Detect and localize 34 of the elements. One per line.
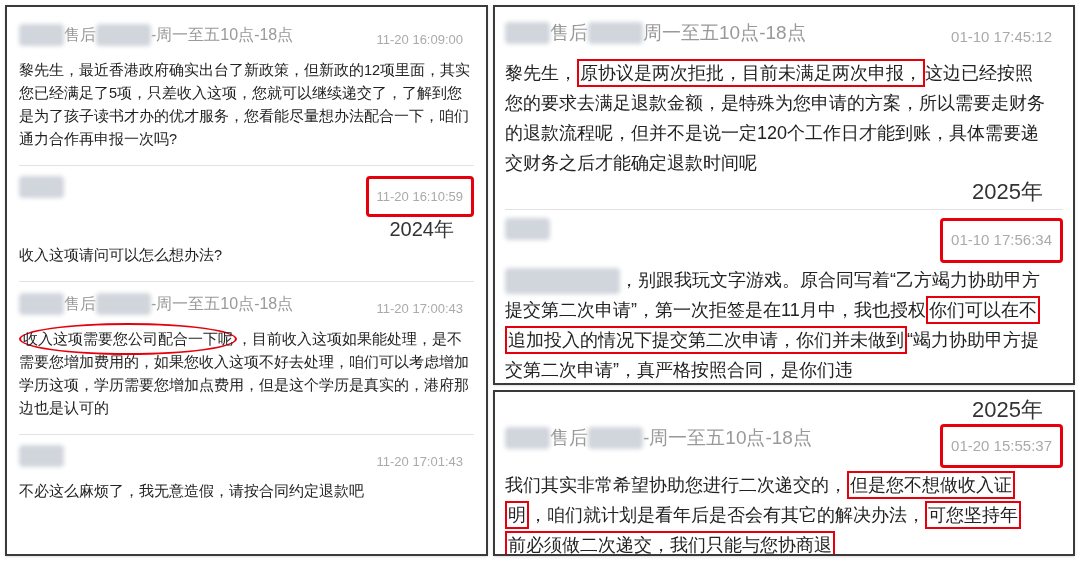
blurred-name bbox=[19, 444, 64, 467]
sender-name: 售后 bbox=[64, 294, 96, 314]
sender-name: 售后 bbox=[550, 425, 588, 450]
message-time: 01-10 17:56:34 bbox=[940, 218, 1063, 263]
blurred-name bbox=[505, 426, 550, 449]
blurred-name bbox=[588, 22, 643, 45]
message-text: ，别跟我玩文字游戏。原合同写着“乙方竭力协助甲方提交第二次申请”，第一次拒签是在11月中，我也授权 你们可以在不追加投入的情况下提交第二次申请，你们并未做到 “竭力协助甲方提交第二次申请”，真严格按照合同，是你们违 bbox=[505, 266, 1041, 382]
sender-name: 周一至五10点-18点 bbox=[643, 21, 806, 45]
sender-name: 售后 bbox=[550, 21, 588, 45]
year-label: 2025年 bbox=[971, 396, 1044, 424]
message-text: 黎先生， 原协议是两次拒批，目前未满足两次申报， 这边已经按照您的要求去满足退款金额，是特殊为您申请的方案，所以需要走财务的退款流程呢，但并不是说一定120个工作日才能到账，具体需要递交财务之后才能确定退款时间呢 bbox=[505, 57, 1045, 178]
year-label: 2024年 bbox=[389, 217, 455, 242]
blurred-name bbox=[588, 426, 643, 449]
message-text: 收入这项请问可以怎么想办法? bbox=[19, 246, 224, 265]
sender-name: -周一至五10点-18点 bbox=[643, 425, 812, 450]
blurred-name bbox=[505, 218, 550, 240]
message-time: 11-20 17:00:43 bbox=[375, 300, 464, 318]
message-time: 11-20 17:01:43 bbox=[375, 452, 464, 471]
message-time: 01-10 17:45:12 bbox=[950, 27, 1053, 47]
message-text: 黎先生，最近香港政府确实出台了新政策，但新政的12项里面，其实您已经满足了5项，只差收入这项，您就可以继续递交了，了解到您是为了孩子读书才办的优才服务，您看能尽量想办法配合一下，咱们通力合作再申报一次吗? bbox=[19, 60, 472, 149]
message-time: 01-20 15:55:37 bbox=[940, 423, 1063, 468]
blurred-name bbox=[96, 24, 151, 46]
blurred-name bbox=[19, 24, 64, 46]
message-time: 11-20 16:09:00 bbox=[375, 31, 464, 49]
sender-name: 售后 bbox=[64, 25, 96, 45]
message-text: 不必这么麻烦了，我无意造假，请按合同约定退款吧 bbox=[19, 482, 365, 501]
blurred-name bbox=[19, 293, 64, 315]
blurred-name bbox=[505, 22, 550, 45]
blurred-name bbox=[19, 175, 64, 198]
message-time: 11-20 16:10:59 bbox=[365, 175, 474, 217]
sender-name: -周一至五10点-18点 bbox=[151, 25, 294, 45]
year-label: 2025年 bbox=[971, 177, 1044, 205]
blurred-name bbox=[96, 293, 151, 315]
sender-name: -周一至五10点-18点 bbox=[151, 294, 294, 314]
